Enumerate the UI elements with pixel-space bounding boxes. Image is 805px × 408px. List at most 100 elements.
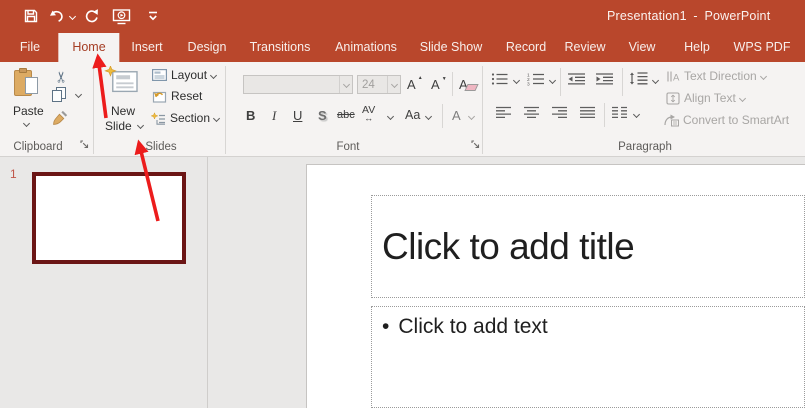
tab-review[interactable]: Review — [551, 33, 620, 62]
change-case-button[interactable]: Aa — [405, 109, 420, 122]
text-shadow-button[interactable]: S — [318, 109, 327, 122]
align-text-button[interactable]: Align Text — [666, 91, 746, 105]
paste-button[interactable] — [14, 68, 38, 97]
svg-text:A: A — [673, 72, 680, 83]
slide-thumbnail[interactable] — [32, 172, 186, 264]
strikethrough-button[interactable]: abc — [337, 110, 355, 121]
numbering-chevron-icon[interactable] — [548, 76, 557, 85]
button-separator — [622, 68, 623, 96]
undo-dropdown-chevron-icon[interactable] — [68, 12, 77, 21]
paste-dropdown-chevron-icon[interactable] — [22, 119, 31, 128]
new-slide-button[interactable] — [104, 66, 140, 96]
character-spacing-chevron-icon[interactable] — [386, 112, 395, 121]
body-placeholder[interactable]: • Click to add text — [371, 306, 805, 408]
customize-quick-access-toolbar-button[interactable] — [147, 9, 159, 23]
font-color-chevron-icon[interactable] — [467, 112, 476, 121]
layout-button[interactable]: Layout — [152, 68, 218, 82]
button-separator — [604, 103, 605, 127]
title-placeholder-text: Click to add title — [382, 225, 635, 267]
decrease-font-size-button[interactable]: A — [431, 77, 446, 91]
align-left-button[interactable] — [495, 106, 512, 119]
text-direction-button[interactable]: A Text Direction — [666, 69, 767, 83]
increase-indent-button[interactable] — [595, 72, 614, 86]
font-size-dropdown[interactable] — [387, 76, 400, 93]
bold-button[interactable]: B — [246, 109, 255, 122]
start-slideshow-icon — [112, 9, 131, 25]
new-slide-label-line2[interactable]: Slide — [105, 119, 132, 133]
tab-file[interactable]: File — [6, 33, 54, 62]
line-spacing-button[interactable] — [629, 71, 649, 86]
undo-button[interactable] — [49, 8, 65, 24]
font-group-label: Font — [336, 141, 360, 153]
font-size-combobox[interactable]: 24 — [357, 75, 401, 94]
italic-button[interactable]: I — [272, 109, 276, 122]
new-slide-label-line1[interactable]: New — [111, 104, 135, 118]
align-left-icon — [496, 106, 511, 119]
increase-font-size-button[interactable]: A — [407, 76, 422, 91]
convert-to-smartart-button[interactable]: Convert to SmartArt — [663, 113, 789, 127]
justify-button[interactable] — [579, 106, 596, 119]
columns-chevron-icon[interactable] — [632, 110, 641, 119]
tab-insert[interactable]: Insert — [117, 33, 176, 62]
font-name-combobox[interactable] — [243, 75, 353, 94]
bullets-chevron-icon[interactable] — [512, 76, 521, 85]
character-spacing-button[interactable]: AV ↔ — [362, 105, 375, 123]
align-text-label: Align Text — [684, 91, 736, 105]
dialog-launcher-icon — [471, 140, 480, 149]
clipboard-group-label: Clipboard — [13, 141, 63, 153]
tab-slide-show[interactable]: Slide Show — [406, 33, 497, 62]
section-icon — [150, 111, 165, 125]
reset-label: Reset — [171, 89, 203, 103]
font-color-button[interactable]: A — [452, 109, 461, 122]
start-slideshow-button[interactable] — [112, 8, 131, 25]
titlebar: Presentation1 - PowerPoint File Home Ins… — [0, 0, 805, 62]
align-center-button[interactable] — [523, 106, 540, 119]
line-spacing-chevron-icon[interactable] — [651, 76, 660, 85]
format-painter-button[interactable] — [52, 110, 68, 126]
layout-icon — [152, 69, 167, 81]
new-slide-dropdown-chevron-icon[interactable] — [136, 121, 145, 130]
bullets-button[interactable] — [491, 72, 508, 86]
tab-home[interactable]: Home — [58, 33, 120, 62]
section-button[interactable]: Section — [150, 111, 221, 125]
save-button[interactable] — [23, 8, 39, 24]
tab-help[interactable]: Help — [670, 33, 724, 62]
change-case-chevron-icon[interactable] — [424, 112, 433, 121]
tab-transitions[interactable]: Transitions — [236, 33, 325, 62]
numbering-button[interactable]: 123 — [527, 72, 544, 86]
tab-view[interactable]: View — [615, 33, 670, 62]
clear-formatting-button[interactable]: A — [459, 77, 468, 92]
powerpoint-window: Presentation1 - PowerPoint File Home Ins… — [0, 0, 805, 408]
redo-button[interactable] — [84, 8, 100, 24]
font-size-value: 24 — [362, 78, 375, 91]
layout-dropdown-chevron-icon — [209, 71, 218, 79]
align-center-icon — [524, 106, 539, 119]
clipboard-dialog-launcher[interactable] — [80, 140, 91, 151]
align-right-icon — [552, 106, 567, 119]
convert-to-smartart-label: Convert to SmartArt — [683, 113, 790, 127]
slides-group-label: Slides — [145, 141, 177, 153]
tab-animations[interactable]: Animations — [321, 33, 411, 62]
tab-wps-pdf[interactable]: WPS PDF — [720, 33, 805, 62]
numbering-icon: 123 — [527, 72, 544, 86]
slide-number: 1 — [10, 167, 17, 181]
paste-label[interactable]: Paste — [13, 104, 44, 118]
tab-design[interactable]: Design — [174, 33, 241, 62]
font-dialog-launcher[interactable] — [471, 140, 482, 151]
cut-button[interactable]: ✂ — [52, 71, 70, 84]
copy-dropdown-chevron-icon[interactable] — [74, 90, 83, 99]
bullet-glyph: • — [382, 315, 390, 338]
thumbnail-pane-separator[interactable] — [207, 157, 208, 408]
align-right-button[interactable] — [551, 106, 568, 119]
title-placeholder[interactable]: Click to add title — [371, 195, 805, 298]
decrease-indent-button[interactable] — [567, 72, 586, 86]
copy-button[interactable] — [52, 87, 66, 106]
character-spacing-arrows-icon: ↔ — [364, 112, 374, 123]
font-name-dropdown[interactable] — [339, 76, 352, 93]
reset-button[interactable]: Reset — [152, 89, 202, 103]
columns-button[interactable] — [611, 106, 628, 119]
underline-button[interactable]: U — [293, 109, 302, 122]
group-separator — [225, 66, 226, 154]
body-placeholder-label: Click to add text — [398, 315, 548, 338]
align-text-chevron-icon — [738, 94, 746, 102]
